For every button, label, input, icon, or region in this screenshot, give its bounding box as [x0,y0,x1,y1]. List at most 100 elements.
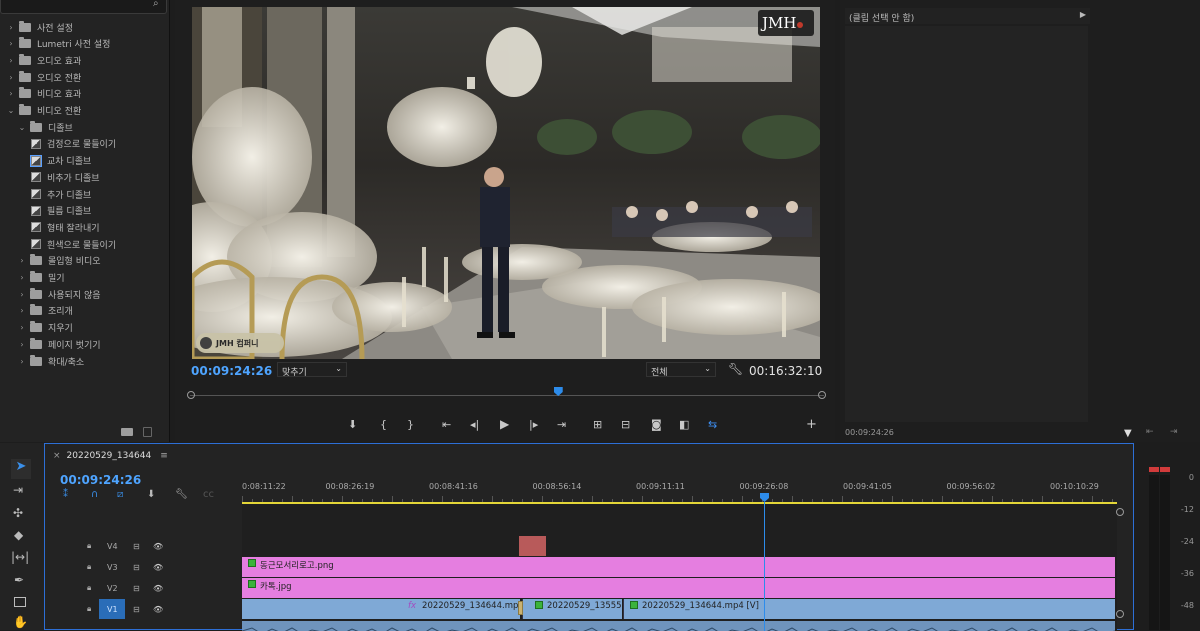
track-select-tool-icon[interactable]: ⇥ [13,483,23,497]
chevron-right-icon[interactable]: › [17,357,27,366]
hand-tool-icon[interactable]: ✋ [13,615,28,629]
effects-folder-item[interactable]: › 확대/축소 [17,353,84,369]
ruler-start-handle[interactable] [187,391,195,399]
v3-clip[interactable]: 동근모서리로고.png [242,557,1115,577]
eye-icon[interactable]: 👁︎ [153,605,163,614]
marker-icon[interactable]: ⬇︎ [147,489,155,500]
export-frame-icon[interactable]: ◙ [651,418,662,431]
zoom-level-select[interactable]: 맞추기 ⌄ [277,362,347,378]
comparison-view-icon[interactable]: ◧ [679,418,689,431]
timeline-scroll-bottom[interactable] [1116,610,1124,618]
mark-out-icon[interactable]: } [407,418,414,431]
effects-folder-item[interactable]: › 밀기 [17,270,65,286]
send-icon[interactable]: ⇥ [1170,427,1178,437]
effects-folder-item[interactable]: › 몰입형 비디오 [17,253,101,269]
proxy-toggle-icon[interactable]: ⇆ [708,418,717,431]
step-forward-icon[interactable]: |▸ [529,418,538,431]
mark-in-icon[interactable]: { [380,418,387,431]
effects-folder-item[interactable]: › 사용되지 않음 [17,286,101,302]
close-tab-icon[interactable]: × [53,451,61,461]
snap-icon[interactable]: ⁑ [63,489,68,500]
chevron-right-icon[interactable]: › [17,306,27,315]
eye-icon[interactable]: 👁︎ [153,563,163,572]
filter-icon[interactable]: ▼ [1124,428,1132,439]
lock-icon[interactable]: 🔒︎ [87,562,91,572]
new-bin-icon[interactable] [121,428,133,436]
program-timecode[interactable]: 00:09:24:26 [191,364,272,378]
go-to-out-icon[interactable]: ⇥ [557,418,566,431]
chevron-down-icon[interactable]: ⌄ [6,106,16,115]
effect-item[interactable]: 검정으로 물들이기 [28,136,116,152]
ripple-edit-tool-icon[interactable]: ✣ [13,506,23,520]
chevron-right-icon[interactable]: › [6,89,16,98]
effects-folder-item[interactable]: › 조리개 [17,303,73,319]
effects-folder-item[interactable]: › 오디오 전환 [6,69,81,85]
slip-tool-icon[interactable]: |↔| [11,550,29,564]
eye-icon[interactable]: 👁︎ [153,584,163,593]
chevron-right-icon[interactable]: › [17,273,27,282]
menu-icon[interactable]: ≡ [160,451,168,461]
eye-icon[interactable]: 👁︎ [153,542,163,551]
effect-item[interactable]: 추가 디졸브 [28,186,91,202]
trash-icon[interactable] [143,427,152,437]
v2-clip[interactable]: 카톡.jpg [242,578,1115,598]
chevron-right-icon[interactable]: › [6,56,16,65]
v1-clip-1[interactable]: fx 20220529_134644.mp4 [242,599,520,619]
sync-lock-icon[interactable]: ⊟ [133,605,140,614]
monitor-time-ruler[interactable] [187,387,826,404]
chevron-right-icon[interactable]: › [6,73,16,82]
add-button-icon[interactable]: + [806,417,817,432]
track-name[interactable]: V1 [107,605,118,614]
pen-tool-icon[interactable]: ✒ [14,573,24,587]
razor-tool-icon[interactable]: ◆ [14,528,23,542]
track-name[interactable]: V3 [107,563,118,572]
effect-item[interactable]: 필름 디졸브 [28,203,91,219]
linked-selection-icon[interactable]: ∩ [91,489,98,500]
effects-folder-item[interactable]: › 지우기 [17,320,73,336]
lock-icon[interactable]: 🔒︎ [87,541,91,551]
sequence-tab[interactable]: × 20220529_134644 ≡ [45,448,168,464]
selection-tool-icon[interactable]: ➤ [11,459,31,479]
ruler-end-handle[interactable] [818,391,826,399]
lock-icon[interactable]: 🔒︎ [87,583,91,593]
export-icon[interactable]: ⇤ [1146,427,1154,437]
transition-marker[interactable] [518,601,523,615]
chevron-right-icon[interactable]: › [17,290,27,299]
timeline-timecode[interactable]: 00:09:24:26 [60,473,141,487]
track-name[interactable]: V4 [107,542,118,551]
effects-folder-item[interactable]: › 사전 설정 [6,19,73,35]
sync-lock-icon[interactable]: ⊟ [133,542,140,551]
sync-lock-icon[interactable]: ⊟ [133,563,140,572]
track-name[interactable]: V2 [107,584,118,593]
wrench-icon[interactable]: 🔧︎ [728,362,743,376]
effect-item[interactable]: 비추가 디졸브 [28,169,100,185]
effect-item[interactable]: 형태 잘라내기 [28,219,100,235]
extract-icon[interactable]: ⊟ [621,418,630,431]
wrench-icon[interactable]: 🔧︎ [175,489,188,500]
effect-item[interactable]: 흰색으로 물들이기 [28,236,116,252]
v1-clip-3[interactable]: 20220529_134644.mp4 [V] [623,599,1115,619]
effects-search-field[interactable]: ⌕ [0,0,167,14]
program-video-frame[interactable]: JMH JMH 컴퍼니 [192,7,820,359]
effects-folder-item[interactable]: › 오디오 효과 [6,52,81,68]
effects-folder-item[interactable]: › 페이지 벗기기 [17,336,101,352]
timeline-scroll-top[interactable] [1116,508,1124,516]
chevron-right-icon[interactable]: › [6,23,16,32]
chevron-right-icon[interactable]: › [17,323,27,332]
effects-folder-item[interactable]: ⌄ 비디오 전환 [6,103,81,119]
rectangle-tool-icon[interactable] [14,597,26,607]
effects-folder-item[interactable]: ⌄ 디졸브 [17,119,73,135]
timeline-ruler[interactable]: 0:08:11:22 00:08:26:19 00:08:41:16 00:08:56… [242,476,1122,504]
add-marker-icon[interactable]: ⧄ [117,489,123,500]
effects-folder-item[interactable]: › 비디오 효과 [6,86,81,102]
step-back-icon[interactable]: ◂| [470,418,479,431]
effect-item[interactable]: 교차 디졸브 [28,153,91,169]
lock-icon[interactable]: 🔒︎ [87,604,91,614]
add-marker-icon[interactable]: ⬇︎ [348,418,357,431]
chevron-right-icon[interactable]: › [6,39,16,48]
expand-arrow-icon[interactable]: ▶ [1080,10,1086,19]
go-to-in-icon[interactable]: ⇤ [442,418,451,431]
chevron-right-icon[interactable]: › [17,340,27,349]
lift-icon[interactable]: ⊞ [593,418,602,431]
effects-folder-item[interactable]: › Lumetri 사전 설정 [6,36,110,52]
